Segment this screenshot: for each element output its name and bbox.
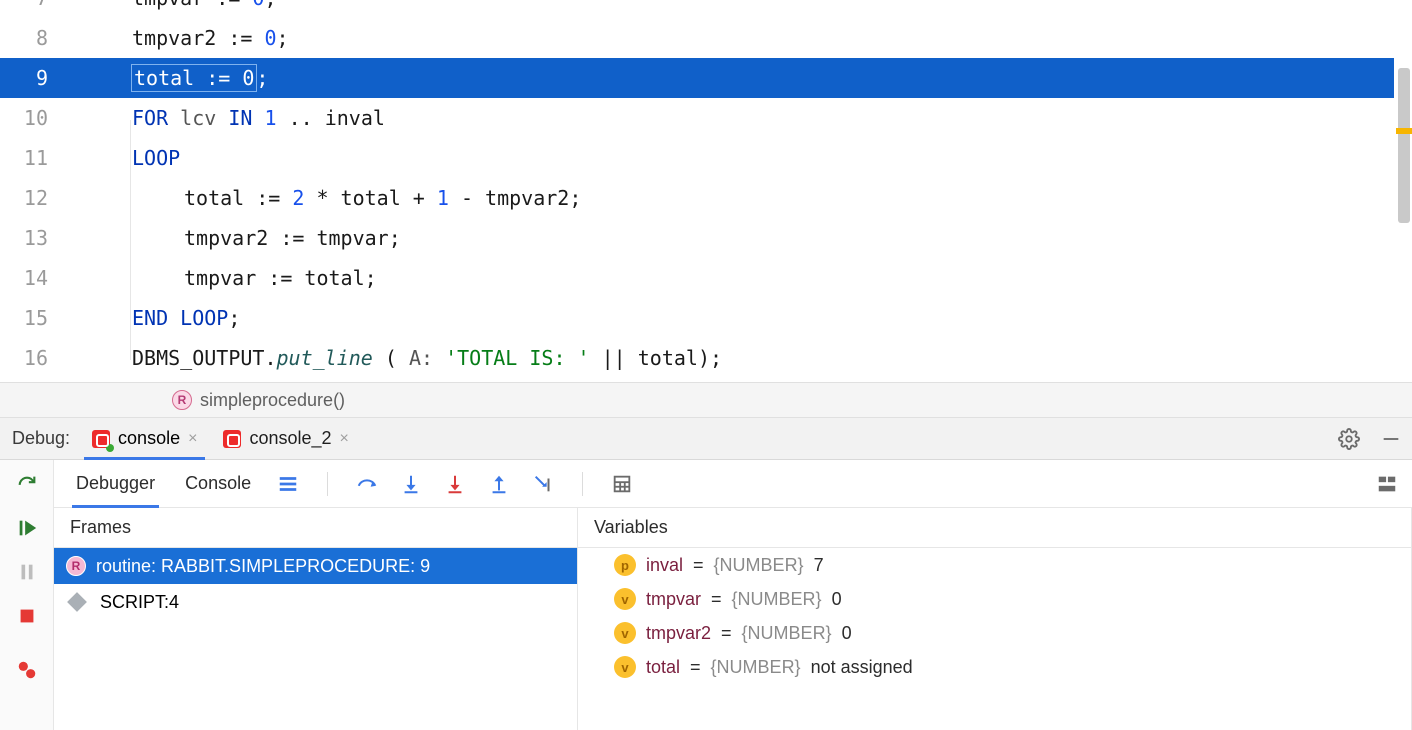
debugger-body: Debugger Console — [0, 460, 1412, 730]
debugger-side-toolbar — [0, 460, 54, 730]
oracle-run-icon — [92, 430, 110, 448]
line-number[interactable]: 8 — [0, 18, 48, 58]
close-icon[interactable]: × — [340, 430, 349, 448]
debug-tab-console2[interactable]: console_2 × — [215, 418, 356, 459]
step-out-button[interactable] — [488, 473, 510, 495]
line-number[interactable]: 13 — [0, 218, 48, 258]
variable-row[interactable]: vtmpvar2 = {NUMBER} 0 — [578, 616, 1411, 650]
threads-icon[interactable] — [277, 473, 299, 495]
code-line[interactable]: tmpvar2 := 0; — [60, 18, 1394, 58]
frame-row[interactable]: Rroutine: RABBIT.SIMPLEPROCEDURE: 9 — [54, 548, 577, 584]
variable-name: total — [646, 657, 680, 678]
oracle-icon — [223, 430, 241, 448]
variable-type: {NUMBER} — [732, 589, 822, 610]
editor-scroll-marker — [1396, 128, 1412, 134]
script-icon — [67, 592, 87, 612]
frames-title: Frames — [54, 508, 577, 548]
variable-value: not assigned — [811, 657, 913, 678]
layout-settings-button[interactable] — [1376, 473, 1398, 495]
frame-label: routine: RABBIT.SIMPLEPROCEDURE: 9 — [96, 556, 430, 577]
variable-type: {NUMBER} — [714, 555, 804, 576]
variable-kind-icon: v — [614, 588, 636, 610]
force-step-into-button[interactable] — [444, 473, 466, 495]
code-line[interactable]: DBMS_OUTPUT.put_line ( A: 'TOTAL IS: ' |… — [60, 338, 1394, 378]
frames-panel: Frames Rroutine: RABBIT.SIMPLEPROCEDURE:… — [54, 508, 578, 730]
line-number[interactable]: 15 — [0, 298, 48, 338]
variable-type: {NUMBER} — [711, 657, 801, 678]
debug-toolwindow-header: Debug: console × console_2 × — [0, 418, 1412, 460]
debug-tab-console[interactable]: console × — [84, 418, 205, 459]
close-icon[interactable]: × — [188, 430, 197, 448]
editor-scrollbar[interactable] — [1396, 0, 1412, 382]
step-over-button[interactable] — [356, 473, 378, 495]
code-editor[interactable]: 78910111213141516 tmpvar := 0;tmpvar2 :=… — [0, 0, 1412, 382]
subtab-console[interactable]: Console — [181, 460, 255, 507]
line-number[interactable]: 12 — [0, 178, 48, 218]
debug-label: Debug: — [8, 428, 74, 449]
stop-button[interactable] — [15, 604, 39, 628]
debug-tab-label: console_2 — [249, 428, 331, 449]
frame-row[interactable]: SCRIPT:4 — [54, 584, 577, 620]
variable-value: 0 — [832, 589, 842, 610]
step-into-button[interactable] — [400, 473, 422, 495]
pause-button[interactable] — [15, 560, 39, 584]
routine-badge-icon: R — [66, 556, 86, 576]
code-line[interactable]: END LOOP; — [60, 298, 1394, 338]
editor-code[interactable]: tmpvar := 0;tmpvar2 := 0;total := 0;FOR … — [60, 0, 1394, 382]
variable-kind-icon: v — [614, 622, 636, 644]
variables-panel: Variables pinval = {NUMBER} 7vtmpvar = {… — [578, 508, 1412, 730]
variable-name: tmpvar — [646, 589, 701, 610]
variables-title: Variables — [578, 508, 1411, 548]
variable-value: 0 — [842, 623, 852, 644]
debug-tab-label: console — [118, 428, 180, 449]
subtab-debugger[interactable]: Debugger — [72, 460, 159, 507]
line-number[interactable]: 14 — [0, 258, 48, 298]
line-number[interactable]: 10 — [0, 98, 48, 138]
run-to-cursor-button[interactable] — [532, 473, 554, 495]
line-number[interactable]: 11 — [0, 138, 48, 178]
variable-kind-icon: v — [614, 656, 636, 678]
line-number[interactable]: 7 — [0, 0, 48, 18]
breadcrumb-label[interactable]: simpleprocedure() — [200, 390, 345, 411]
variable-row[interactable]: pinval = {NUMBER} 7 — [578, 548, 1411, 582]
hide-toolwindow-icon[interactable] — [1380, 428, 1402, 450]
rerun-button[interactable] — [15, 472, 39, 496]
variable-type: {NUMBER} — [742, 623, 832, 644]
variable-row[interactable]: vtotal = {NUMBER} not assigned — [578, 650, 1411, 684]
breadcrumb-bar: R simpleprocedure() — [0, 382, 1412, 418]
variable-kind-icon: p — [614, 554, 636, 576]
routine-badge-icon: R — [172, 390, 192, 410]
view-breakpoints-button[interactable] — [15, 658, 39, 682]
variable-name: tmpvar2 — [646, 623, 711, 644]
resume-button[interactable] — [15, 516, 39, 540]
variable-value: 7 — [814, 555, 824, 576]
code-line[interactable]: tmpvar := 0; — [60, 0, 1394, 18]
line-number[interactable]: 9 — [0, 58, 48, 98]
debugger-subtabs: Debugger Console — [54, 460, 1412, 508]
evaluate-expression-button[interactable] — [611, 473, 633, 495]
variable-name: inval — [646, 555, 683, 576]
variable-row[interactable]: vtmpvar = {NUMBER} 0 — [578, 582, 1411, 616]
code-line[interactable]: FOR lcv IN 1 .. inval — [60, 98, 1394, 138]
code-line[interactable]: total := 0; — [0, 58, 1394, 98]
code-line[interactable]: tmpvar := total; — [60, 258, 1394, 298]
line-number[interactable]: 16 — [0, 338, 48, 378]
settings-icon[interactable] — [1338, 428, 1360, 450]
code-line[interactable]: total := 2 * total + 1 - tmpvar2; — [60, 178, 1394, 218]
editor-scroll-thumb[interactable] — [1398, 68, 1410, 223]
frame-label: SCRIPT:4 — [100, 592, 179, 613]
code-line[interactable]: tmpvar2 := tmpvar; — [60, 218, 1394, 258]
code-line[interactable]: LOOP — [60, 138, 1394, 178]
